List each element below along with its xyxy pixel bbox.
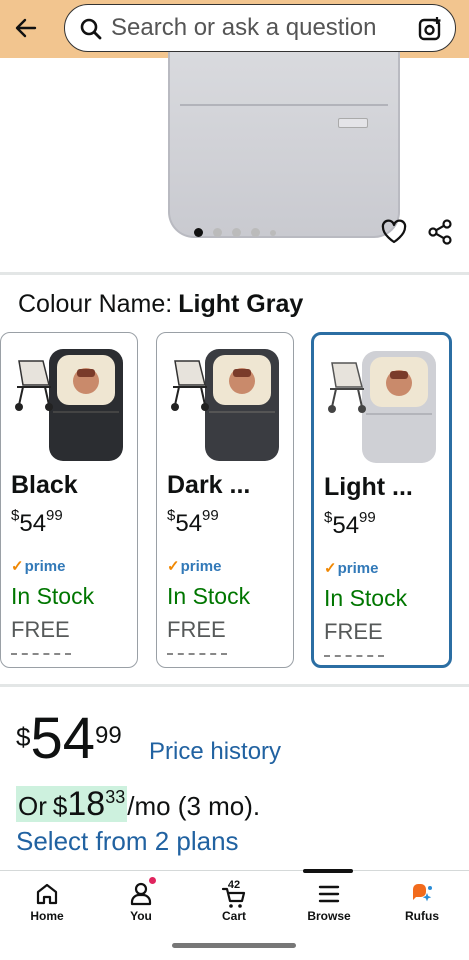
section-divider	[0, 272, 469, 275]
rufus-icon	[413, 884, 432, 902]
stock-status: In Stock	[167, 583, 251, 609]
variant-name: Light ...	[324, 473, 413, 501]
prime-badge: ✓ prime	[11, 557, 66, 576]
installment-suffix: /mo (3 mo).	[127, 791, 261, 821]
search-input[interactable]	[111, 13, 401, 43]
price-whole: 54	[30, 706, 95, 771]
installment-offer: Or $ 18 33 /mo (3 mo).	[16, 786, 260, 822]
variant-card-light[interactable]: Light ... $5499 ✓ prime In Stock FREE	[311, 332, 452, 668]
notification-dot	[149, 877, 156, 884]
section-divider	[0, 684, 469, 687]
nav-home[interactable]: Home	[7, 871, 87, 931]
variant-thumbnail	[171, 349, 279, 461]
nav-label: Home	[30, 909, 64, 923]
nav-cart[interactable]: 42 Cart	[194, 871, 274, 931]
product-price: $ 54 99	[16, 708, 122, 770]
share-icon[interactable]	[426, 218, 454, 246]
user-icon	[130, 882, 152, 906]
installment-currency: $	[52, 791, 68, 821]
menu-icon	[318, 885, 340, 903]
nav-label: Cart	[221, 909, 246, 923]
top-bar	[0, 0, 469, 58]
search-icon	[80, 18, 102, 40]
product-image	[168, 52, 400, 238]
product-image-gallery[interactable]	[0, 52, 469, 272]
installment-price-highlight: Or $ 18 33	[16, 785, 128, 823]
variant-price: $5499	[324, 509, 376, 539]
installment-prefix: Or	[18, 791, 47, 821]
shipping-info: FREE	[167, 617, 226, 642]
selected-colour: Light Gray	[178, 290, 304, 318]
stock-status: In Stock	[324, 585, 408, 611]
variant-price: $5499	[167, 507, 219, 537]
variant-card-black[interactable]: Black $5499 ✓ prime In Stock FREE	[0, 332, 138, 668]
installment-fraction: 33	[105, 787, 126, 807]
cart-icon	[221, 887, 246, 908]
home-icon	[36, 883, 58, 905]
home-indicator[interactable]	[172, 943, 296, 948]
variant-name: Dark ...	[167, 471, 251, 499]
shipping-info: FREE	[11, 617, 70, 642]
nav-you[interactable]: You	[101, 871, 181, 931]
back-button[interactable]	[10, 12, 42, 44]
variant-name: Black	[11, 471, 78, 499]
camera-search-icon[interactable]	[417, 16, 443, 42]
price-currency: $	[16, 722, 31, 752]
gallery-dot[interactable]	[232, 228, 241, 237]
gallery-dot[interactable]	[251, 228, 260, 237]
select-plans-link[interactable]: Select from 2 plans	[16, 826, 239, 857]
colour-label: Colour Name:	[18, 290, 173, 318]
nav-label: Rufus	[405, 909, 439, 923]
back-arrow-icon	[15, 18, 37, 38]
nav-label: Browse	[307, 909, 351, 923]
gallery-dot[interactable]	[213, 228, 222, 237]
prime-check-icon: ✓	[324, 560, 337, 577]
search-bar[interactable]	[64, 4, 456, 52]
colour-name-row: Colour Name: Light Gray	[18, 290, 303, 319]
prime-check-icon: ✓	[167, 558, 180, 575]
gallery-dot[interactable]	[194, 228, 203, 237]
colour-variant-list: Black $5499 ✓ prime In Stock FREE Dark ..…	[0, 332, 469, 670]
nav-browse[interactable]: Browse	[289, 871, 369, 931]
installment-whole: 18	[67, 785, 106, 823]
gallery-pagination	[194, 228, 276, 237]
gallery-dot[interactable]	[270, 229, 276, 236]
prime-badge: ✓ prime	[167, 557, 222, 576]
variant-card-dark[interactable]: Dark ... $5499 ✓ prime In Stock FREE	[156, 332, 294, 668]
variant-thumbnail	[328, 351, 436, 463]
prime-check-icon: ✓	[11, 558, 24, 575]
variant-thumbnail	[15, 349, 123, 461]
price-fraction: 99	[94, 722, 122, 749]
prime-badge: ✓ prime	[324, 559, 379, 578]
stock-status: In Stock	[11, 583, 95, 609]
wishlist-heart-icon[interactable]	[380, 218, 408, 246]
nav-rufus[interactable]: Rufus	[382, 871, 462, 931]
variant-price: $5499	[11, 507, 63, 537]
nav-label: You	[130, 909, 152, 923]
price-history-link[interactable]: Price history	[149, 738, 281, 766]
shipping-info: FREE	[324, 619, 383, 644]
